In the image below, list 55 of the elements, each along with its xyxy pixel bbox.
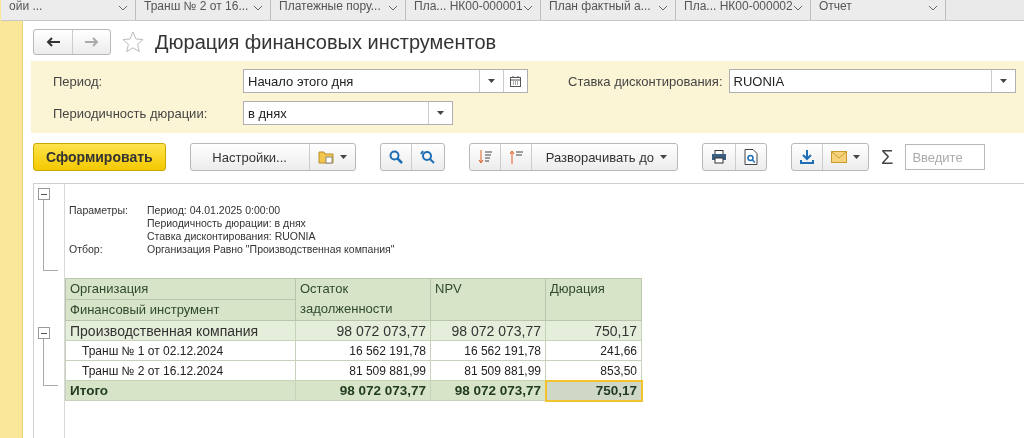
column-header: Остаток задолженности bbox=[295, 278, 431, 321]
chevron-down-icon bbox=[389, 6, 397, 11]
sort-down-icon bbox=[477, 150, 492, 164]
generate-button[interactable]: Сформировать bbox=[33, 143, 166, 171]
param-label: Параметры: bbox=[69, 204, 129, 217]
sort-up-icon bbox=[508, 150, 523, 164]
folder-icon bbox=[317, 150, 334, 164]
download-icon bbox=[800, 150, 814, 164]
caret-icon bbox=[339, 155, 347, 159]
envelope-icon bbox=[831, 151, 847, 163]
chevron-down-icon bbox=[794, 6, 802, 11]
param-value: Организация Равно "Производственная компания" bbox=[147, 243, 396, 256]
calendar-icon bbox=[510, 75, 521, 87]
chevron-down-icon bbox=[659, 6, 667, 11]
field-label: Периодичность дюрации: bbox=[53, 105, 209, 121]
field-label: Ставка дисконтирования: bbox=[568, 73, 723, 89]
printer-icon bbox=[711, 150, 727, 164]
caret-icon bbox=[660, 155, 667, 159]
search-refresh-icon bbox=[419, 150, 436, 164]
table-cell: Транш № 1 от 02.12.2024 bbox=[65, 340, 296, 361]
table-cell: Производственная компания bbox=[65, 320, 296, 341]
arrow-right-icon bbox=[84, 37, 99, 47]
chevron-down-icon bbox=[524, 6, 532, 11]
table-cell: Итого bbox=[65, 380, 296, 401]
window-title: Дюрация финансовых инструментов bbox=[155, 30, 497, 54]
chevron-down-icon bbox=[929, 6, 937, 11]
rate-field[interactable]: RUONIA bbox=[728, 69, 1016, 93]
param-value: Ставка дисконтирования: RUONIA bbox=[147, 230, 317, 243]
chevron-down-icon bbox=[119, 6, 127, 11]
column-header: NPV bbox=[430, 278, 546, 321]
arrow-left-icon bbox=[46, 37, 60, 47]
param-value: Период: 04.01.2025 0:00:00 bbox=[147, 204, 282, 217]
param-label: Отбор: bbox=[69, 243, 104, 256]
column-header: Дюрация bbox=[545, 278, 642, 321]
collapse-toggle[interactable] bbox=[38, 327, 50, 339]
search-field[interactable]: Введите bbox=[905, 144, 986, 170]
chevron-down-icon bbox=[254, 6, 262, 11]
caret-icon bbox=[488, 79, 495, 83]
column-header: Организация Финансовый инструмент bbox=[65, 278, 296, 321]
collapse-toggle[interactable] bbox=[38, 188, 50, 200]
sum-button[interactable]: Σ bbox=[881, 145, 894, 169]
periodicity-field[interactable]: в днях bbox=[243, 101, 453, 125]
caret-icon bbox=[1000, 79, 1007, 83]
star-icon[interactable] bbox=[121, 30, 145, 54]
field-label: Период: bbox=[53, 73, 104, 89]
tree-line bbox=[43, 200, 58, 271]
param-value: Периодичность дюрации: в днях bbox=[147, 217, 307, 230]
caret-icon bbox=[853, 155, 860, 159]
table-cell: 750,17 bbox=[545, 380, 642, 401]
search-icon bbox=[388, 150, 403, 164]
table-cell: Транш № 2 от 16.12.2024 bbox=[65, 360, 296, 381]
period-field[interactable]: Начало этого дня bbox=[243, 69, 528, 93]
caret-icon bbox=[437, 111, 444, 115]
tree-line bbox=[43, 339, 58, 386]
document-search-icon bbox=[744, 149, 758, 165]
